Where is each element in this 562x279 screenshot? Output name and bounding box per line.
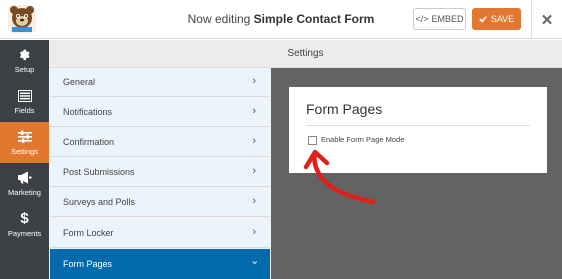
checkmark-icon [479, 16, 487, 23]
panel-item-label: Form Pages [63, 259, 113, 269]
panel-item-label: Surveys and Polls [63, 197, 136, 207]
sidebar-item-setup[interactable]: Setup [0, 40, 49, 81]
settings-heading: Settings [49, 40, 562, 68]
editing-prefix: Now editing [187, 12, 251, 26]
panel-item-label: Notifications [63, 107, 113, 117]
sidebar-item-marketing[interactable]: Marketing [0, 163, 49, 204]
panel-item-label: Form Locker [63, 228, 114, 238]
chevron-right-icon: › [252, 165, 256, 177]
panel-item-surveys-and-polls[interactable]: Surveys and Polls › [50, 188, 270, 217]
panel-item-confirmation[interactable]: Confirmation › [50, 128, 270, 157]
dollar-icon: $ [20, 210, 29, 227]
save-label: SAVE [490, 14, 515, 24]
sidebar-item-label: Settings [10, 146, 39, 156]
chevron-right-icon: › [252, 75, 256, 87]
embed-button[interactable]: </> EMBED [413, 8, 466, 30]
chevron-right-icon: › [252, 135, 256, 147]
sidebar-item-label: Setup [14, 64, 35, 74]
form-name: Simple Contact Form [253, 12, 375, 26]
chevron-down-icon: › [248, 260, 261, 265]
top-bar: Now editing Simple Contact Form </> EMBE… [0, 0, 562, 39]
sidebar-item-fields[interactable]: Fields [0, 81, 49, 122]
close-icon: ✕ [540, 11, 554, 29]
sliders-icon [17, 130, 32, 144]
panel-item-form-locker[interactable]: Form Locker › [50, 219, 270, 248]
panel-item-label: Post Submissions [63, 167, 135, 177]
card-divider [306, 125, 530, 126]
code-icon: </> [415, 14, 429, 24]
sidebar-item-settings[interactable]: Settings [0, 122, 49, 163]
sidebar-item-label: Marketing [8, 187, 41, 197]
panel-item-notifications[interactable]: Notifications › [50, 98, 270, 127]
panel-item-general[interactable]: General › [50, 68, 270, 97]
panel-item-label: Confirmation [63, 137, 115, 147]
panel-item-form-pages[interactable]: Form Pages › [50, 249, 270, 279]
builder-sidebar: Setup Fields Settings Marketing $ Paymen… [0, 40, 49, 279]
panel-item-label: General [63, 77, 96, 87]
megaphone-icon [17, 171, 32, 185]
gear-icon [18, 48, 31, 62]
sidebar-item-label: Fields [14, 105, 35, 115]
embed-label: EMBED [431, 14, 464, 24]
fields-list-icon [17, 89, 32, 103]
settings-panel-list: General › Notifications › Confirmation ›… [49, 68, 271, 279]
chevron-right-icon: › [252, 226, 256, 238]
close-button[interactable]: ✕ [532, 0, 562, 39]
wpforms-bear-logo-icon [8, 5, 36, 33]
annotation-arrow-icon [303, 149, 376, 205]
card-title: Form Pages [306, 101, 383, 117]
chevron-right-icon: › [252, 195, 256, 207]
panel-item-post-submissions[interactable]: Post Submissions › [50, 158, 270, 187]
save-button[interactable]: SAVE [472, 8, 521, 30]
chevron-right-icon: › [252, 105, 256, 117]
sidebar-item-label: Payments [7, 228, 42, 238]
sidebar-item-payments[interactable]: $ Payments [0, 204, 49, 245]
